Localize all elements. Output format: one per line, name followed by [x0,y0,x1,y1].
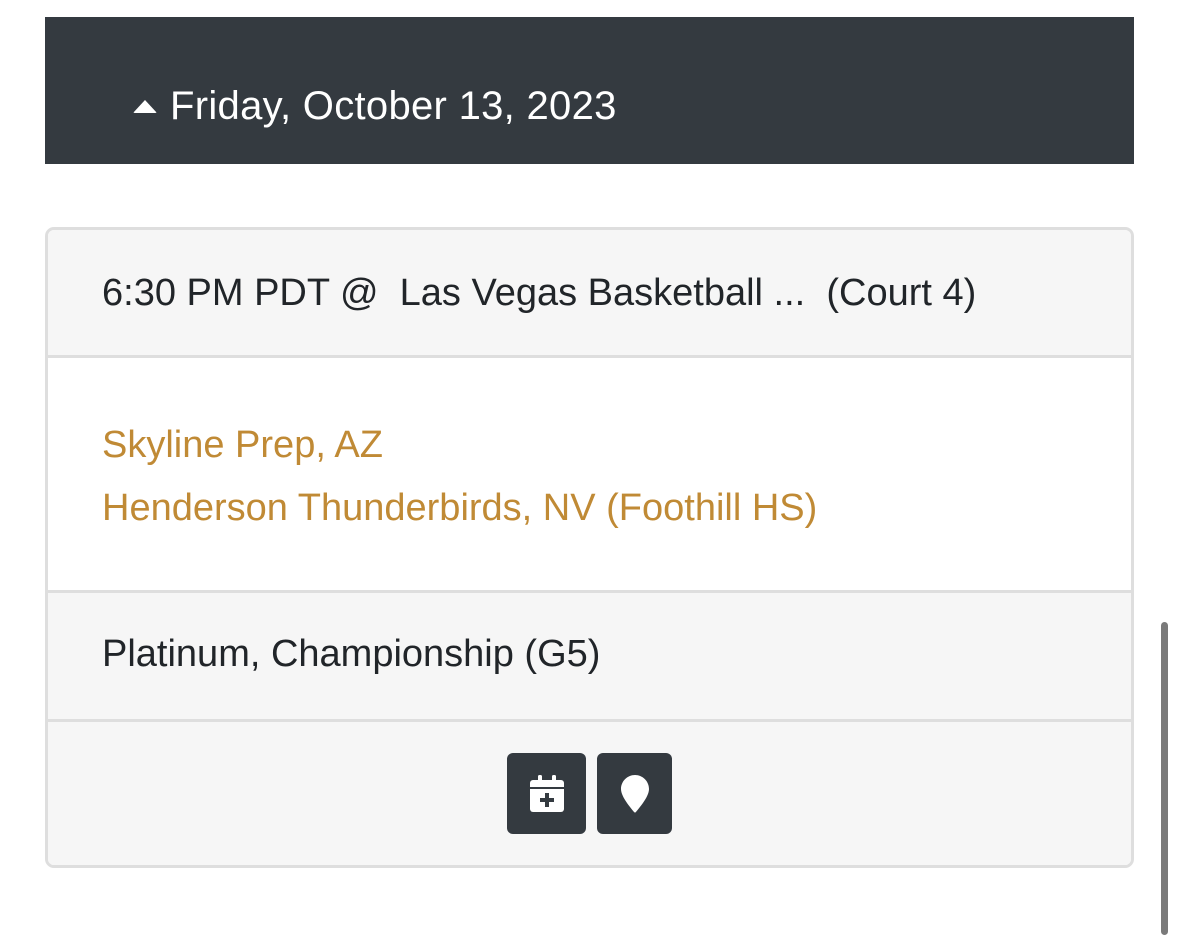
division-row: Platinum, Championship (G5) [48,593,1131,722]
division-label: Platinum, Championship (G5) [102,633,601,675]
day-header[interactable]: Friday, October 13, 2023 [45,17,1134,164]
team-link-skyline-prep[interactable]: Skyline Prep, AZ [102,422,383,468]
game-venue[interactable]: Las Vegas Basketball ... [400,272,806,314]
teams-row: Skyline Prep, AZ Henderson Thunderbirds,… [48,358,1131,593]
add-to-calendar-button[interactable] [507,753,586,834]
actions-row [48,722,1131,865]
day-date-title: Friday, October 13, 2023 [170,84,617,128]
caret-up-icon [133,100,157,113]
team-link-henderson-thunderbirds[interactable]: Henderson Thunderbirds, NV (Foothill HS) [102,485,817,531]
map-location-button[interactable] [597,753,672,834]
map-marker-icon [620,774,649,812]
game-time-venue: 6:30 PM PDT @ Las Vegas Basketball ... (… [102,270,976,316]
game-court: (Court 4) [826,272,977,314]
page-scrollbar[interactable] [1161,622,1168,935]
game-card: 6:30 PM PDT @ Las Vegas Basketball ... (… [45,227,1134,868]
game-time-row: 6:30 PM PDT @ Las Vegas Basketball ... (… [48,230,1131,358]
game-time: 6:30 PM PDT @ [102,272,390,314]
calendar-plus-icon [529,774,564,812]
